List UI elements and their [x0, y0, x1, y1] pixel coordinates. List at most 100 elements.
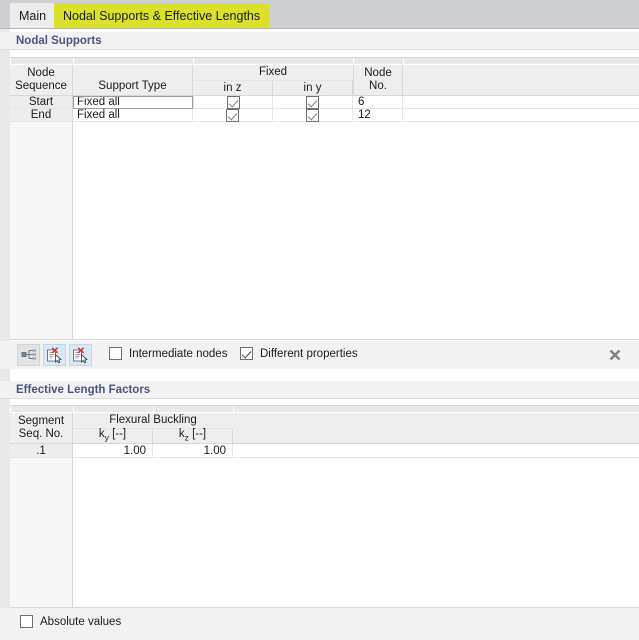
cell-kz-value[interactable]: 1.00 — [153, 444, 233, 458]
different-properties-label: Different properties — [260, 347, 358, 360]
column-group-header-flexural-buckling: Flexural Buckling — [73, 413, 233, 429]
section-title-effective-length-factors: Effective Length Factors — [16, 384, 151, 396]
table-row-header[interactable]: .1 — [10, 444, 73, 458]
cell-node-no-end[interactable]: 12 — [354, 109, 403, 122]
section-header-rule — [0, 398, 639, 399]
column-group-header-flexural-buckling-label: Flexural Buckling — [109, 414, 197, 426]
nodal-supports-toolbar: Intermediate nodes Different properties — [0, 341, 639, 369]
absolute-values-checkbox[interactable] — [20, 615, 33, 628]
column-header-in-z-label: in z — [223, 81, 242, 94]
section-title-nodal-supports: Nodal Supports — [16, 35, 102, 47]
cell-node-no-start[interactable]: 6 — [354, 96, 403, 109]
column-header-support-type-label: Support Type — [98, 80, 167, 92]
column-header-spacer — [233, 413, 639, 444]
table-row-header[interactable]: Start — [10, 96, 73, 109]
checkbox-fixed-in-y-end[interactable] — [306, 108, 319, 122]
cell-node-no-start-value: 6 — [358, 96, 365, 108]
checkbox-fixed-in-y-start[interactable] — [306, 95, 319, 109]
cell-ky-value[interactable]: 1.00 — [73, 444, 153, 458]
grid-strip-sep — [153, 406, 154, 413]
absolute-values-label: Absolute values — [40, 615, 122, 628]
list-hierarchy-icon-button[interactable] — [17, 344, 40, 366]
column-header-segment-line2: Seq. No. — [18, 428, 64, 440]
column-header-kz: kz [--] — [153, 427, 233, 444]
checkbox-fixed-in-z-end[interactable] — [226, 108, 239, 122]
cell-support-type-start-value: Fixed all — [77, 96, 120, 108]
intermediate-nodes-label: Intermediate nodes — [129, 347, 228, 360]
row-segment-label: .1 — [36, 444, 46, 457]
delete-row-icon — [47, 346, 62, 363]
intermediate-nodes-checkbox-row[interactable]: Intermediate nodes — [109, 347, 227, 360]
cell-node-no-end-value: 12 — [358, 109, 371, 121]
section-header-rule — [0, 49, 639, 50]
intermediate-nodes-checkbox[interactable] — [109, 347, 122, 360]
grid-strip-sep — [233, 406, 234, 413]
different-properties-checkbox[interactable] — [240, 347, 253, 360]
row-sequence-label: Start — [28, 96, 54, 108]
column-header-ky-label: ky [--] — [98, 427, 127, 443]
close-button[interactable] — [603, 343, 627, 367]
tab-strip-underline — [0, 28, 639, 29]
cell-fixed-in-z-start[interactable] — [193, 95, 273, 109]
column-header-segment-line1: Segment — [17, 415, 65, 427]
cell-spacer-end — [403, 109, 639, 122]
column-header-node-no-line2: No. — [369, 80, 387, 92]
table-empty-row-header-area — [10, 122, 73, 339]
delete-all-rows-icon-button[interactable] — [69, 344, 92, 366]
nodal-supports-table[interactable]: Node Sequence Support Type Fixed in z in… — [10, 57, 639, 340]
section-header-effective-length-factors: Effective Length Factors — [0, 381, 639, 399]
grid-strip-sep — [73, 58, 74, 65]
table-row-header[interactable]: End — [10, 109, 73, 122]
grid-strip-sep — [193, 58, 194, 65]
section-header-nodal-supports: Nodal Supports — [0, 32, 639, 50]
grid-strip-sep — [353, 58, 354, 65]
tab-nodal-supports-effective-lengths-label: Nodal Supports & Effective Lengths — [63, 9, 261, 23]
table-empty-area[interactable] — [73, 122, 639, 339]
footer-bar: Absolute values — [0, 608, 639, 640]
cell-fixed-in-z-end[interactable] — [193, 108, 273, 122]
grid-top-strip — [10, 58, 639, 65]
cell-support-type-end[interactable]: Fixed all — [73, 109, 193, 122]
cell-spacer-start — [403, 96, 639, 109]
table-empty-row-header-area — [10, 458, 73, 607]
table-empty-area[interactable] — [73, 458, 639, 607]
panel-left-gutter — [0, 29, 10, 640]
column-header-node-no: Node No. — [354, 65, 403, 96]
column-header-in-z: in z — [193, 81, 273, 96]
tab-main-label: Main — [19, 9, 47, 23]
column-header-in-y: in y — [273, 81, 353, 96]
grid-strip-sep — [10, 58, 11, 65]
tab-strip: Main Nodal Supports & Effective Lengths — [0, 0, 639, 29]
column-header-node-no-line1: Node — [364, 67, 392, 79]
column-header-segment-seq-no: Segment Seq. No. — [10, 413, 73, 444]
cell-support-type-start[interactable]: Fixed all — [73, 96, 193, 109]
column-group-header-fixed: Fixed — [193, 65, 353, 81]
cell-ky-value-text: 1.00 — [123, 444, 146, 457]
column-header-node-sequence-line2: Sequence — [15, 80, 67, 92]
tab-main[interactable]: Main — [10, 3, 56, 29]
tab-nodal-supports-effective-lengths[interactable]: Nodal Supports & Effective Lengths — [54, 3, 270, 29]
absolute-values-checkbox-row[interactable]: Absolute values — [20, 615, 121, 628]
column-header-ky: ky [--] — [73, 427, 153, 444]
cell-support-type-end-value: Fixed all — [77, 109, 120, 121]
delete-all-rows-icon — [73, 346, 88, 363]
cell-fixed-in-y-end[interactable] — [273, 108, 353, 122]
grid-strip-sep — [73, 406, 74, 413]
column-header-node-sequence: Node Sequence — [10, 65, 73, 96]
effective-length-factors-table[interactable]: Segment Seq. No. Flexural Buckling ky [-… — [10, 405, 639, 608]
close-icon — [609, 349, 621, 361]
grid-strip-sep — [10, 406, 11, 413]
column-header-kz-label: kz [--] — [178, 427, 207, 443]
column-header-in-y-label: in y — [303, 81, 322, 94]
different-properties-checkbox-row[interactable]: Different properties — [240, 347, 358, 360]
grid-strip-sep — [403, 58, 404, 65]
cell-kz-value-text: 1.00 — [203, 444, 226, 457]
column-header-spacer — [403, 65, 639, 96]
cell-fixed-in-y-start[interactable] — [273, 95, 353, 109]
column-group-header-fixed-label: Fixed — [258, 66, 288, 78]
cell-spacer — [233, 444, 639, 458]
row-sequence-label: End — [30, 109, 52, 121]
delete-row-icon-button[interactable] — [43, 344, 66, 366]
checkbox-fixed-in-z-start[interactable] — [226, 95, 240, 109]
list-hierarchy-icon — [21, 349, 36, 360]
